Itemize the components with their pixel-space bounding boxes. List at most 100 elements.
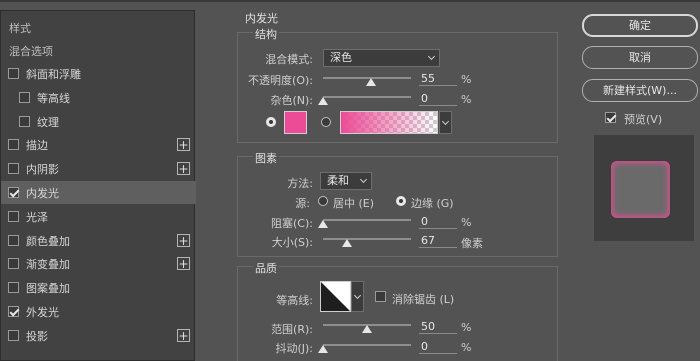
style-item-label: 光泽 <box>26 210 48 224</box>
styles-list-panel: 样式 混合选项 斜面和浮雕等高线纹理描边 + 内阴影 + 内发光光泽颜色叠加 + 渐变叠加 +… <box>0 10 196 361</box>
source-edge-radio[interactable] <box>396 196 406 206</box>
add-effect-plus-icon[interactable]: + <box>177 234 190 247</box>
style-item-label: 渐变叠加 <box>26 257 70 271</box>
structure-title: 结构 <box>253 26 279 42</box>
opacity-unit: % <box>461 73 472 86</box>
gradient-radio[interactable] <box>321 117 331 127</box>
style-item[interactable]: 描边 + <box>1 133 196 156</box>
jitter-slider-thumb[interactable] <box>318 345 328 353</box>
preview-checkbox[interactable] <box>605 112 616 123</box>
style-item-checkbox[interactable] <box>8 258 19 269</box>
chevron-down-icon <box>353 291 362 300</box>
solid-color-radio[interactable] <box>266 117 276 127</box>
jitter-slider-track[interactable] <box>323 344 411 346</box>
antialias-label: 消除锯齿 (L) <box>392 293 455 306</box>
quality-title: 品质 <box>253 260 279 276</box>
top-border <box>0 0 700 2</box>
choke-label: 阻塞(C): <box>271 217 313 230</box>
technique-label: 方法: <box>287 177 313 190</box>
style-item-label: 纹理 <box>37 115 59 129</box>
style-item[interactable]: 内发光 <box>1 181 196 204</box>
add-effect-plus-icon[interactable]: + <box>177 329 190 342</box>
contour-preview[interactable] <box>320 281 351 312</box>
style-item-label: 斜面和浮雕 <box>26 67 81 81</box>
contour-dropdown[interactable] <box>351 281 364 312</box>
technique-value: 柔和 <box>327 174 349 187</box>
style-item[interactable]: 外发光 <box>1 300 196 323</box>
style-item-checkbox[interactable] <box>8 282 19 293</box>
styles-header[interactable]: 样式 <box>1 16 196 39</box>
new-style-button[interactable]: 新建样式(W)... <box>582 79 698 102</box>
style-item-checkbox[interactable] <box>8 163 19 174</box>
gradient-dropdown[interactable] <box>439 111 452 134</box>
style-item-label: 等高线 <box>37 91 70 105</box>
chevron-down-icon <box>359 175 368 184</box>
style-item[interactable]: 颜色叠加 + <box>1 229 196 252</box>
style-item[interactable]: 斜面和浮雕 <box>1 62 196 85</box>
source-center-radio[interactable] <box>318 196 328 206</box>
style-item-checkbox[interactable] <box>8 187 19 198</box>
range-unit: % <box>461 321 472 334</box>
style-item-label: 图案叠加 <box>26 281 70 295</box>
style-item-checkbox[interactable] <box>8 330 19 341</box>
size-unit: 像素 <box>461 237 483 250</box>
choke-input[interactable]: 0 <box>419 215 457 229</box>
style-item-checkbox[interactable] <box>19 92 30 103</box>
antialias-checkbox[interactable] <box>375 291 386 302</box>
noise-slider-thumb[interactable] <box>318 97 328 105</box>
style-item[interactable]: 投影 + <box>1 324 196 347</box>
style-item-checkbox[interactable] <box>8 68 19 79</box>
style-item-checkbox[interactable] <box>8 306 19 317</box>
style-item-checkbox[interactable] <box>8 211 19 222</box>
opacity-slider-thumb[interactable] <box>366 78 376 86</box>
blending-options-label: 混合选项 <box>9 44 53 58</box>
style-item[interactable]: 图案叠加 <box>1 276 196 299</box>
style-item-checkbox[interactable] <box>8 139 19 150</box>
glow-color-swatch[interactable] <box>284 111 307 134</box>
source-center-label: 居中 (E) <box>333 197 375 210</box>
style-preview <box>594 135 694 241</box>
noise-label: 杂色(N): <box>270 94 313 107</box>
add-effect-plus-icon[interactable]: + <box>177 162 190 175</box>
chevron-down-icon <box>427 52 436 61</box>
style-item[interactable]: 渐变叠加 + <box>1 252 196 275</box>
elements-title: 图素 <box>253 150 279 166</box>
ok-button[interactable]: 确定 <box>582 14 698 37</box>
style-item-label: 投影 <box>26 329 48 343</box>
range-slider-thumb[interactable] <box>362 325 372 333</box>
chevron-down-icon <box>441 117 450 126</box>
blending-options-item[interactable]: 混合选项 <box>1 39 196 62</box>
jitter-input[interactable]: 0 <box>419 340 457 354</box>
range-input[interactable]: 50 <box>419 320 457 334</box>
style-item-checkbox[interactable] <box>8 235 19 246</box>
noise-slider-track[interactable] <box>323 96 411 98</box>
add-effect-plus-icon[interactable]: + <box>177 138 190 151</box>
style-item[interactable]: 等高线 <box>1 86 196 109</box>
style-item[interactable]: 光泽 <box>1 205 196 228</box>
choke-unit: % <box>461 216 472 229</box>
contour-label: 等高线: <box>276 294 313 307</box>
blend-mode-dropdown[interactable]: 深色 <box>323 49 440 67</box>
blend-mode-value: 深色 <box>330 51 352 64</box>
size-slider-thumb[interactable] <box>342 239 352 247</box>
source-edge-label: 边缘 (G) <box>411 197 454 210</box>
add-effect-plus-icon[interactable]: + <box>177 257 190 270</box>
size-slider-track[interactable] <box>323 238 411 240</box>
choke-slider-track[interactable] <box>323 219 411 221</box>
jitter-unit: % <box>461 341 472 354</box>
cancel-button[interactable]: 取消 <box>582 46 698 69</box>
noise-unit: % <box>461 93 472 106</box>
preview-label: 预览(V) <box>624 113 663 126</box>
blend-mode-label: 混合模式: <box>265 53 313 66</box>
style-preview-thumbnail <box>611 161 670 218</box>
gradient-preview[interactable] <box>340 111 438 134</box>
opacity-input[interactable]: 55 <box>419 72 457 86</box>
technique-dropdown[interactable]: 柔和 <box>320 172 372 190</box>
style-item[interactable]: 纹理 <box>1 110 196 133</box>
choke-slider-thumb[interactable] <box>318 220 328 228</box>
style-item[interactable]: 内阴影 + <box>1 157 196 180</box>
size-input[interactable]: 67 <box>419 234 457 248</box>
size-label: 大小(S): <box>271 236 313 249</box>
style-item-checkbox[interactable] <box>19 116 30 127</box>
noise-input[interactable]: 0 <box>419 92 457 106</box>
